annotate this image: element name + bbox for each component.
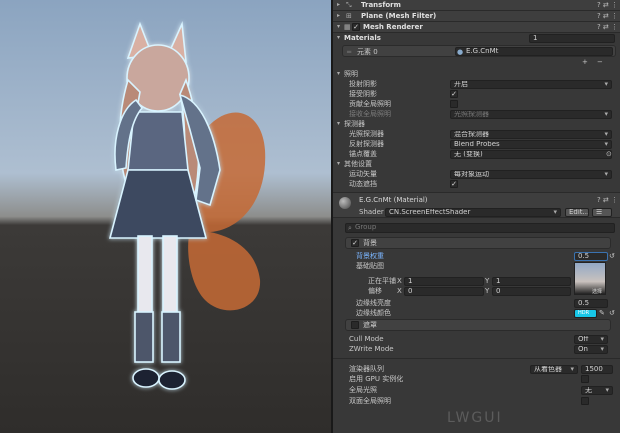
bg-weight-input[interactable]: 0.5 (574, 252, 608, 261)
background-group-header[interactable]: ✓ 背景 (345, 237, 611, 249)
component-menu-icons[interactable]: ? ⇄ ⋮ (597, 0, 618, 10)
inspector-panel: ▸ ⤡ Transform ? ⇄ ⋮ ▸ ⊞ Plane (Mesh Filt… (331, 0, 620, 433)
receive-gi-dropdown: 光照探测器 (450, 110, 612, 119)
tiling-label: 正在平铺 (368, 277, 396, 285)
double-sided-gi-checkbox[interactable] (581, 397, 589, 405)
reflection-probes-label: 反射探测器 (349, 140, 384, 148)
shader-dropdown[interactable]: CN.ScreenEffectShader (385, 208, 561, 217)
double-sided-gi-label: 双面全局照明 (349, 397, 391, 405)
zwrite-mode-dropdown[interactable]: On (574, 345, 608, 354)
receive-gi-label: 接收全局照明 (349, 110, 391, 118)
background-group-title: 背景 (363, 239, 377, 247)
transform-header[interactable]: ▸ ⤡ Transform ? ⇄ ⋮ (333, 0, 620, 11)
mesh-renderer-enabled-checkbox[interactable]: ✓ (352, 23, 360, 31)
receive-shadows-checkbox[interactable]: ✓ (450, 90, 458, 98)
materials-list: ═ 元素 0 E.G.CnMt ● (342, 45, 616, 57)
element-0-label: 元素 0 (357, 48, 378, 56)
transform-icon: ⤡ (346, 0, 352, 9)
global-illumination-label: 全局光照 (349, 386, 377, 394)
material-header: E.G.CnMt (Material) ? ⇄ ⋮ Shader CN.Scre… (333, 192, 620, 218)
tiling-x-input[interactable]: 1 (404, 277, 484, 286)
mask-group-checkbox[interactable] (351, 321, 359, 329)
receive-shadows-label: 接受阴影 (349, 90, 377, 98)
shader-list-button[interactable]: ☰ (592, 208, 612, 217)
component-menu-icons[interactable]: ? ⇄ ⋮ (597, 22, 618, 32)
additional-settings-section[interactable]: 其他设置 (344, 159, 372, 169)
gpu-instancing-label: 启用 GPU 实例化 (349, 375, 404, 383)
base-map-select[interactable]: 选择 (592, 287, 602, 297)
tiling-x-label: X (397, 277, 402, 285)
transform-title: Transform (361, 1, 401, 9)
eyedropper-icon[interactable]: ✎ (599, 308, 605, 318)
lwgui-search-input[interactable]: Group (345, 223, 615, 233)
zwrite-mode-label: ZWrite Mode (349, 345, 394, 353)
edge-color-swatch[interactable]: HDR (574, 309, 597, 318)
render-queue-input[interactable]: 1500 (581, 365, 613, 374)
reset-icon[interactable]: ↺ (609, 251, 615, 261)
character-illustration (108, 20, 266, 390)
mask-group-header[interactable]: 遮罩 (345, 319, 611, 331)
cast-shadows-dropdown[interactable]: 开启 (450, 80, 612, 89)
render-queue-dropdown[interactable]: 从着色器 (530, 365, 578, 374)
render-queue-label: 渲染器队列 (349, 365, 384, 373)
mask-group-title: 遮罩 (363, 321, 377, 329)
gpu-instancing-checkbox[interactable] (581, 375, 589, 383)
shader-label: Shader (359, 208, 384, 216)
edge-brightness-label: 边缘线亮度 (356, 299, 391, 307)
scene-view[interactable] (0, 0, 331, 433)
mesh-renderer-title: Mesh Renderer (363, 23, 423, 31)
dynamic-occlusion-label: 动态遮挡 (349, 180, 377, 188)
bg-weight-label: 背景权重 (356, 252, 384, 260)
background-group-checkbox[interactable]: ✓ (351, 239, 359, 247)
mesh-renderer-icon: ▦ (344, 22, 351, 31)
tiling-y-label: Y (485, 277, 490, 285)
material-sphere-icon (339, 197, 351, 209)
mesh-filter-icon: ⊞ (346, 11, 352, 20)
base-map-label: 基础贴图 (356, 262, 384, 270)
tiling-y-input[interactable]: 1 (492, 277, 571, 286)
divider (333, 358, 620, 359)
materials-count-input[interactable]: 1 (529, 34, 615, 43)
probes-section[interactable]: 探测器 (344, 119, 365, 129)
cast-shadows-label: 投射阴影 (349, 80, 377, 88)
light-probes-dropdown[interactable]: 混合探测器 (450, 130, 612, 139)
mesh-filter-title: Plane (Mesh Filter) (361, 12, 437, 20)
motion-vectors-dropdown[interactable]: 每对象运动 (450, 170, 612, 179)
lighting-section[interactable]: 照明 (344, 69, 358, 79)
material-icon: ● (457, 48, 464, 56)
reflection-probes-dropdown[interactable]: Blend Probes (450, 140, 612, 149)
offset-y-input[interactable]: 0 (492, 287, 571, 296)
contribute-gi-label: 贡献全局照明 (349, 100, 391, 108)
dynamic-occlusion-checkbox[interactable]: ✓ (450, 180, 458, 188)
material-name: E.G.CnMt (Material) (359, 196, 428, 204)
search-icon: ⌕ (348, 224, 352, 232)
anchor-override-label: 锚点覆盖 (349, 150, 377, 158)
edge-color-label: 边缘线颜色 (356, 309, 391, 317)
anchor-override-field[interactable]: 无 (变换) (450, 150, 612, 159)
add-material-button[interactable]: + (582, 57, 588, 67)
offset-x-input[interactable]: 0 (404, 287, 484, 296)
motion-vectors-label: 运动矢量 (349, 170, 377, 178)
component-menu-icons[interactable]: ? ⇄ ⋮ (597, 11, 618, 21)
remove-material-button[interactable]: − (597, 57, 603, 67)
base-map-thumbnail[interactable]: 选择 (574, 262, 606, 295)
lwgui-watermark: LWGUI (447, 410, 503, 426)
materials-label[interactable]: Materials (344, 33, 381, 43)
cull-mode-label: Cull Mode (349, 335, 384, 343)
contribute-gi-checkbox[interactable] (450, 100, 458, 108)
material-menu-icons[interactable]: ? ⇄ ⋮ (597, 195, 618, 205)
offset-y-label: Y (485, 287, 490, 295)
edge-brightness-input[interactable]: 0.5 (574, 299, 608, 308)
mesh-filter-header[interactable]: ▸ ⊞ Plane (Mesh Filter) ? ⇄ ⋮ (333, 11, 620, 22)
global-illumination-dropdown[interactable]: 无 (581, 386, 613, 395)
reset-icon[interactable]: ↺ (609, 308, 615, 318)
offset-x-label: X (397, 287, 402, 295)
light-probes-label: 光照探测器 (349, 130, 384, 138)
edit-shader-button[interactable]: Edit... (565, 208, 589, 217)
offset-label: 偏移 (368, 287, 382, 295)
object-picker-icon[interactable]: ⊙ (606, 149, 612, 159)
mesh-renderer-header[interactable]: ▾ ▦ ✓ Mesh Renderer ? ⇄ ⋮ (333, 22, 620, 33)
cull-mode-dropdown[interactable]: Off (574, 335, 608, 344)
element-0-field[interactable]: E.G.CnMt (455, 47, 613, 56)
